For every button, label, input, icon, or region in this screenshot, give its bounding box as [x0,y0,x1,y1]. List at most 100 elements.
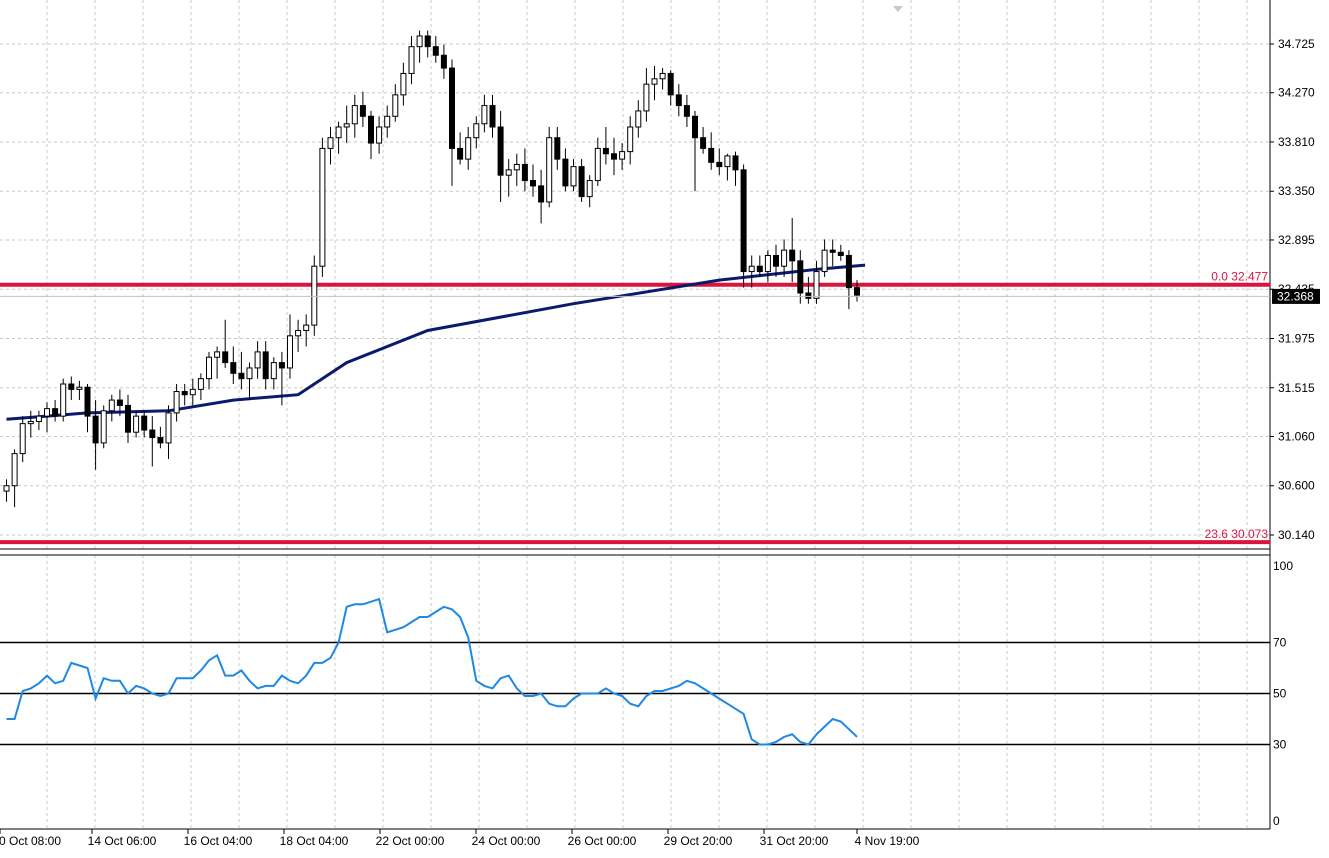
price-tick-label: 31.060 [1278,429,1315,443]
time-tick-label: 26 Oct 00:00 [568,834,637,848]
candle-body [578,166,585,198]
candle-body [740,169,747,273]
candle-body [165,412,172,444]
candle-body [513,163,520,171]
rsi-level-label: 70 [1273,636,1287,650]
candle-body [781,249,788,267]
candle [311,255,318,336]
candle-body [521,163,528,182]
candle-body [149,429,156,439]
chart-window: 34.72534.27033.81033.35032.89532.43531.9… [0,0,1329,853]
candle-body [384,115,391,128]
candle-body [457,147,464,160]
candle-body [635,110,642,128]
candle-body [197,378,204,390]
candle-body [700,137,707,149]
candle-body [619,151,626,160]
candle-body [837,251,844,256]
candle-body [538,185,545,203]
candle-body [708,147,715,163]
candle-body [327,137,334,149]
candle-body [214,351,221,358]
trading-chart: 34.72534.27033.81033.35032.89532.43531.9… [0,0,1329,853]
price-tick-label: 34.270 [1278,86,1315,100]
candle-body [489,105,496,128]
candle-body [52,408,59,417]
candle-body [125,404,131,433]
candle-body [481,105,488,125]
candle-body [667,72,674,96]
candle-body [724,155,731,168]
candle-body [351,105,358,125]
candle [100,405,107,449]
rsi-tick-label: 0 [1273,814,1280,828]
candle-body [311,265,318,326]
candle-body [92,415,99,444]
candle-body [732,155,739,171]
candle-body [756,265,763,273]
candle-body [854,287,860,296]
candle-body [19,423,26,455]
candle [319,137,326,277]
candle-body [465,137,472,160]
candle-body [716,161,723,168]
price-tick-label: 31.975 [1278,331,1315,345]
candle-body [108,399,115,412]
time-tick-label: 4 Nov 19:00 [855,834,920,848]
price-tick-label: 34.725 [1278,37,1315,51]
candle [740,164,747,288]
candle-body [530,180,536,187]
candle-body [44,408,50,417]
candle-body [35,415,42,422]
time-tick-label: 31 Oct 20:00 [760,834,829,848]
candle-body [805,292,812,299]
candle-body [359,105,366,117]
rsi-tick-label: 100 [1273,559,1293,573]
candle-body [368,115,374,144]
candle-body [497,126,504,176]
candle-body [60,383,67,417]
candle-body [133,415,140,433]
price-tick-label: 33.350 [1278,184,1315,198]
candle-body [181,391,188,396]
current-price-tag: 32.368 [1272,288,1320,304]
candle-body [789,249,796,262]
candle-body [554,137,561,160]
candle-body [173,391,180,414]
candle-body [683,105,690,117]
candle-body [594,147,601,182]
candle-body [295,329,302,337]
candle-body [797,260,804,294]
candle [60,378,67,422]
candle-body [68,383,75,390]
candle-body [238,372,245,380]
chart-background [0,0,1329,853]
candle-body [562,158,569,187]
candle-body [627,126,634,153]
candle-body [586,180,593,198]
candle [546,126,553,208]
candle-body [651,78,658,85]
candle-body [262,351,269,380]
candle-body [222,351,229,364]
candle-body [546,137,553,203]
current-price-label: 32.368 [1277,289,1314,303]
candle-body [659,72,666,80]
candle-body [335,126,342,139]
candle-body [84,386,91,417]
candle-body [748,265,755,273]
candle-body [408,46,415,74]
candle-body [821,249,828,273]
price-tick-label: 32.895 [1278,233,1315,247]
candle-body [416,35,423,48]
candle-body [343,123,350,128]
candle-body [692,115,698,139]
candle-body [473,123,480,139]
candle-body [813,271,820,299]
time-tick-label: 22 Oct 00:00 [376,834,445,848]
time-tick-label: 18 Oct 04:00 [280,834,349,848]
candle-body [230,362,237,374]
candle-body [424,35,431,48]
price-tick-label: 33.810 [1278,135,1315,149]
candle-body [27,420,34,425]
